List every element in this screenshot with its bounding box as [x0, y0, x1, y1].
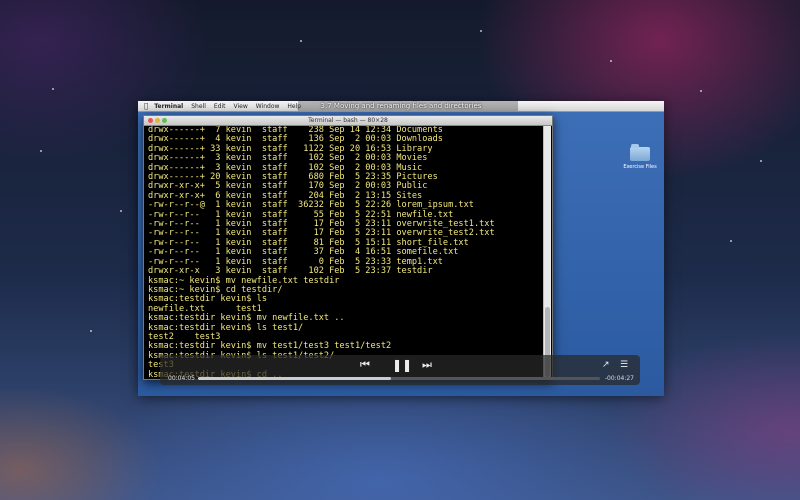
- lesson-title-background: [298, 101, 518, 111]
- terminal-window: Terminal — bash — 80×28 drwx------+ 7 ke…: [143, 115, 553, 380]
- terminal-title: Terminal — bash — 80×28: [308, 117, 388, 124]
- desktop-folder: Exercise Files: [620, 144, 660, 170]
- fast-forward-button[interactable]: ⏭: [422, 358, 432, 372]
- fullscreen-icon[interactable]: ↗: [602, 360, 610, 370]
- playlist-icon[interactable]: ☰: [620, 360, 628, 370]
- progress-fill: [198, 377, 391, 380]
- menu-edit: Edit: [209, 102, 226, 110]
- menu-terminal: Terminal: [150, 102, 183, 110]
- terminal-output: drwx------+ 7 kevin staff 238 Sep 14 12:…: [148, 126, 542, 379]
- menu-view: View: [229, 102, 247, 110]
- rewind-button[interactable]: ⏮: [360, 358, 370, 372]
- menu-window: Window: [251, 102, 280, 110]
- elapsed-time: 00:04:05: [168, 375, 195, 382]
- player-controls[interactable]: ⏮ ❚❚ ⏭ ↗ ☰ 00:04:05 -00:04:27: [160, 355, 640, 385]
- folder-label: Exercise Files: [623, 164, 657, 170]
- remaining-time: -00:04:27: [604, 375, 634, 382]
- terminal-scrollbar: [543, 126, 551, 378]
- terminal-titlebar: Terminal — bash — 80×28: [144, 116, 552, 126]
- menu-shell: Shell: [187, 102, 206, 110]
- apple-icon: : [144, 102, 148, 110]
- folder-icon: [630, 144, 650, 161]
- pause-button[interactable]: ❚❚: [392, 358, 412, 372]
- progress-track[interactable]: [198, 377, 600, 380]
